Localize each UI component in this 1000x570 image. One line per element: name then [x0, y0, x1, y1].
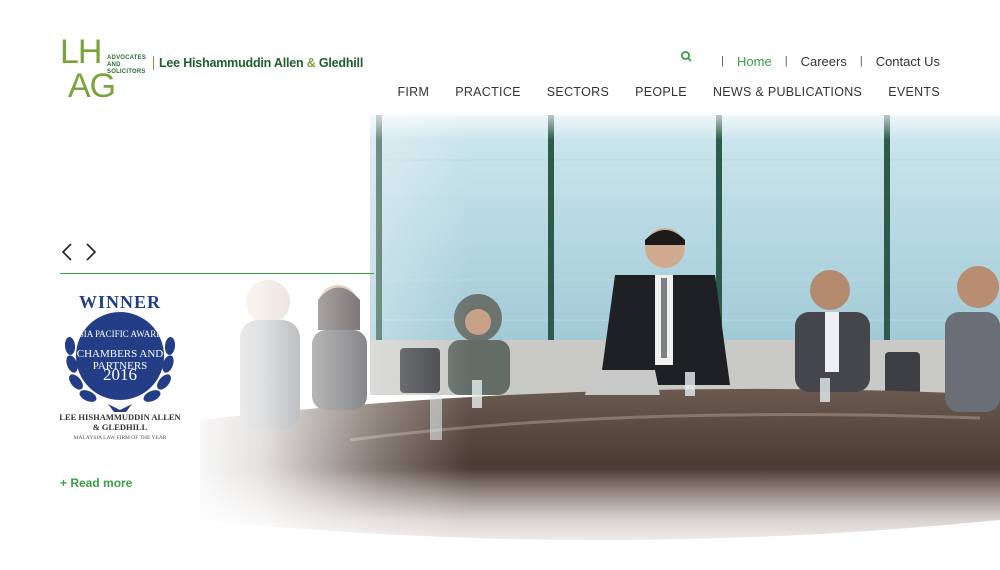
main-nav-people[interactable]: PEOPLE: [635, 85, 687, 99]
logo-monogram: LH AG: [60, 33, 116, 106]
main-nav-practice[interactable]: PRACTICE: [455, 85, 521, 99]
logo-tagline: ADVOCATES AND SOLICITORS: [107, 55, 147, 75]
main-nav: FIRM PRACTICE SECTORS PEOPLE NEWS & PUBL…: [397, 85, 940, 99]
logo-name-amp: &: [306, 56, 316, 70]
logo-name-part2: Gledhill: [315, 56, 364, 70]
award-line1: ASIA PACIFIC AWARDS: [72, 329, 168, 339]
search-icon[interactable]: [680, 50, 694, 64]
utility-nav: | Home | Careers | Contact Us: [680, 50, 940, 70]
nav-careers[interactable]: Careers: [801, 54, 847, 69]
main-nav-news-publications[interactable]: NEWS & PUBLICATIONS: [713, 85, 862, 99]
main-nav-firm[interactable]: FIRM: [397, 85, 429, 99]
award-year: 2016: [103, 365, 137, 384]
nav-separator: |: [859, 55, 863, 67]
slider-divider: [60, 273, 374, 274]
award-firm-name: LEE HISHAMMUDDIN ALLEN & GLEDHILL: [59, 412, 181, 432]
chevron-right-icon[interactable]: [84, 242, 98, 262]
logo-mark-top: LH: [60, 33, 102, 71]
read-more-link[interactable]: + Read more: [60, 476, 132, 490]
firm-logo[interactable]: LH AG ADVOCATES AND SOLICITORS Lee Hisha…: [60, 33, 363, 106]
nav-separator: |: [784, 55, 788, 67]
chevron-left-icon[interactable]: [60, 242, 74, 262]
nav-home[interactable]: Home: [737, 54, 772, 69]
main-nav-events[interactable]: EVENTS: [888, 85, 940, 99]
logo-name-part1: Lee Hishammuddin Allen: [159, 56, 307, 70]
logo-separator: [153, 56, 154, 70]
award-badge: WINNER ASIA PACIFIC AWARDS CHAMBERS AND …: [58, 290, 182, 450]
nav-contact-us[interactable]: Contact Us: [876, 54, 940, 69]
main-nav-sectors[interactable]: SECTORS: [547, 85, 609, 99]
logo-firm-name: Lee Hishammuddin Allen & Gledhill: [159, 56, 363, 70]
slider-controls: [60, 242, 108, 262]
award-subtitle: MALAYSIA LAW FIRM OF THE YEAR: [73, 435, 167, 441]
nav-separator: |: [721, 55, 725, 67]
